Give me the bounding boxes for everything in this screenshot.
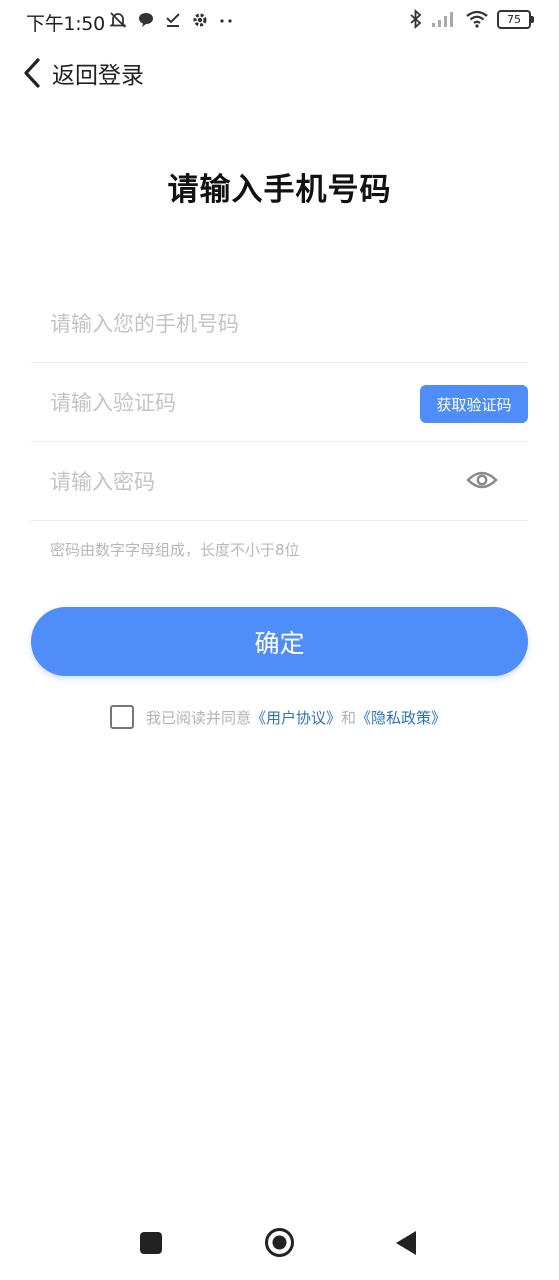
- bluetooth-icon: [410, 9, 422, 29]
- agreement-and: 和: [341, 708, 357, 727]
- phone-field-row: [31, 283, 528, 363]
- eye-icon[interactable]: [466, 468, 498, 492]
- chevron-left-icon: [24, 58, 40, 88]
- code-field-row: 获取验证码: [31, 362, 528, 442]
- password-hint: 密码由数字字母组成，长度不小于8位: [50, 541, 300, 559]
- wifi-icon: [466, 10, 488, 28]
- status-time: 下午1:50: [26, 13, 105, 35]
- confirm-button[interactable]: 确定: [31, 607, 528, 676]
- verification-code-input[interactable]: [48, 384, 392, 422]
- nav-back-icon[interactable]: [394, 1230, 418, 1256]
- settings-gear-icon: [193, 13, 207, 27]
- agreement-prefix: 我已阅读并同意: [146, 708, 252, 727]
- muted-bell-icon: [109, 12, 127, 28]
- user-agreement-link[interactable]: 《用户协议》: [251, 707, 341, 728]
- register-page: 下午1:50 75 返回登录 请输入手机号码 请输入您的手机号码 请输入验证码 …: [0, 0, 559, 1280]
- phone-input[interactable]: [48, 305, 392, 343]
- home-icon[interactable]: [264, 1227, 295, 1258]
- check-icon: [166, 13, 180, 27]
- status-right-icons: 75: [409, 9, 534, 29]
- password-field-row: [31, 441, 528, 521]
- password-input[interactable]: [48, 463, 392, 501]
- chat-bubble-icon: [139, 13, 153, 27]
- get-code-button[interactable]: 获取验证码: [420, 385, 528, 423]
- battery-icon: 75: [497, 9, 534, 29]
- agree-checkbox[interactable]: [110, 705, 134, 729]
- agreement-row: 我已阅读并同意 《用户协议》 和 《隐私政策》: [110, 705, 446, 729]
- privacy-policy-link[interactable]: 《隐私政策》: [356, 707, 446, 728]
- back-label: 返回登录: [52, 63, 144, 89]
- more-dots-icon: [220, 19, 232, 23]
- signal-icon: [432, 12, 453, 27]
- status-left-icons: [108, 10, 234, 30]
- back-to-login-button[interactable]: 返回登录: [22, 56, 144, 90]
- status-bar: 下午1:50 75: [0, 0, 559, 40]
- page-title: 请输入手机号码: [167, 172, 392, 208]
- system-nav-bar: [0, 1210, 559, 1280]
- recent-apps-icon[interactable]: [140, 1232, 162, 1254]
